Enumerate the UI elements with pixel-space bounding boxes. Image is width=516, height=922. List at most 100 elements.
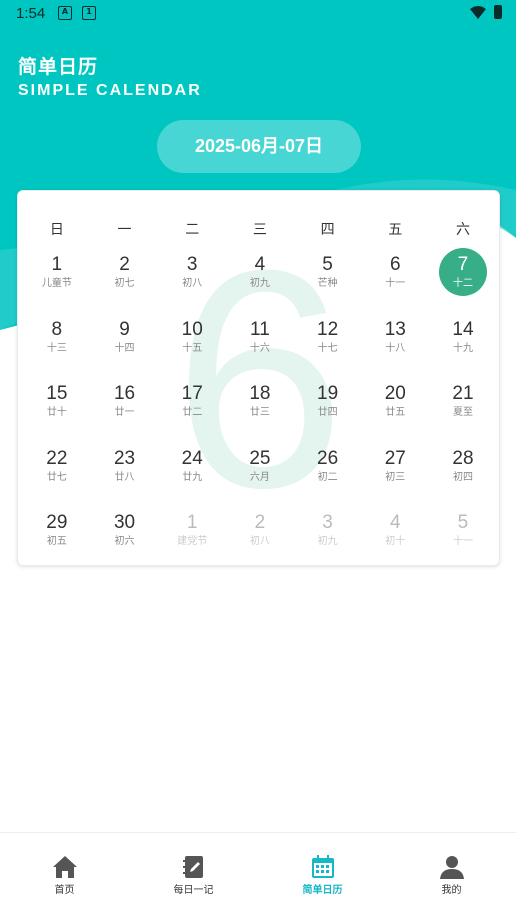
user-icon xyxy=(439,856,464,879)
day-cell[interactable]: 12 十七 xyxy=(294,311,362,376)
lunar-date: 廿五 xyxy=(385,407,406,419)
lunar-date: 廿七 xyxy=(46,471,67,483)
day-cell[interactable]: 21 夏至 xyxy=(429,375,497,440)
weekday-label: 三 xyxy=(252,222,267,238)
notification-icon: A xyxy=(58,6,72,20)
day-cell[interactable]: 4 初十 xyxy=(361,504,429,569)
day-cell[interactable]: 1 儿童节 xyxy=(23,246,91,311)
day-number: 2 xyxy=(254,512,266,534)
lunar-date: 初八 xyxy=(182,278,203,289)
weekday-header: 日 一 二 三 四 五 六 xyxy=(23,219,497,239)
day-cell[interactable]: 17 廿二 xyxy=(158,375,226,440)
day-number: 12 xyxy=(317,318,339,340)
day-number: 6 xyxy=(389,254,401,275)
lunar-date: 初四 xyxy=(452,471,473,483)
day-cell[interactable]: 6 十一 xyxy=(361,246,429,311)
nav-daily-note[interactable]: 每日一记 xyxy=(129,833,258,903)
day-cell[interactable]: 30 初六 xyxy=(91,504,159,569)
day-number: 4 xyxy=(389,512,401,534)
day-number: 5 xyxy=(457,512,469,534)
day-cell[interactable]: 5 十一 xyxy=(429,504,497,569)
lunar-date: 建党节 xyxy=(177,536,208,548)
lunar-date: 初三 xyxy=(385,471,406,483)
day-cell[interactable]: 4 初九 xyxy=(226,246,294,311)
day-cell[interactable]: 19 廿四 xyxy=(294,375,362,440)
day-number: 15 xyxy=(46,383,68,405)
home-icon xyxy=(52,856,77,878)
nav-profile[interactable]: 我的 xyxy=(387,833,516,903)
battery-icon xyxy=(494,5,502,19)
day-number: 26 xyxy=(317,447,339,469)
lunar-date: 十五 xyxy=(182,342,203,354)
day-cell[interactable]: 9 十四 xyxy=(91,311,159,376)
day-cell[interactable]: 25 六月 xyxy=(226,440,294,505)
day-cell[interactable]: 10 十五 xyxy=(158,311,226,376)
day-cell[interactable]: 11 十六 xyxy=(226,311,294,376)
lunar-date: 初十 xyxy=(385,536,406,548)
day-cell[interactable]: 14 十九 xyxy=(429,311,497,376)
nav-home[interactable]: 首页 xyxy=(0,833,129,903)
app-subtitle: SIMPLE CALENDAR xyxy=(18,82,202,99)
lunar-date: 初七 xyxy=(114,278,135,289)
lunar-date: 十三 xyxy=(46,342,67,354)
weekday-label: 五 xyxy=(388,222,403,238)
day-cell[interactable]: 18 廿三 xyxy=(226,375,294,440)
day-cell[interactable]: 3 初九 xyxy=(294,504,362,569)
lunar-date: 十二 xyxy=(452,278,473,289)
date-range-pill[interactable]: 2025-06月-07日 xyxy=(157,120,361,173)
day-number: 19 xyxy=(317,383,339,405)
day-cell[interactable]: 20 廿五 xyxy=(361,375,429,440)
day-number: 3 xyxy=(186,254,198,275)
day-number: 11 xyxy=(250,318,270,340)
day-number: 27 xyxy=(384,447,406,469)
status-bar: 1:54 A 1 xyxy=(0,0,516,28)
notebook-icon xyxy=(182,856,203,878)
day-number: 10 xyxy=(181,318,203,340)
lunar-date: 廿八 xyxy=(114,471,135,483)
lunar-date: 初九 xyxy=(317,536,338,548)
wifi-icon xyxy=(470,6,486,19)
day-cell[interactable]: 22 廿七 xyxy=(23,440,91,505)
day-number: 1 xyxy=(51,254,63,275)
lunar-date: 初五 xyxy=(46,536,67,548)
lunar-date: 初六 xyxy=(114,536,135,548)
weekday-label: 四 xyxy=(320,222,335,238)
day-cell[interactable]: 16 廿一 xyxy=(91,375,159,440)
day-cell[interactable]: 15 廿十 xyxy=(23,375,91,440)
lunar-date: 初二 xyxy=(317,471,338,483)
day-cell[interactable]: 23 廿八 xyxy=(91,440,159,505)
day-cell[interactable]: 26 初二 xyxy=(294,440,362,505)
day-cell[interactable]: 1 建党节 xyxy=(158,504,226,569)
nav-calendar[interactable]: 简单日历 xyxy=(258,833,387,903)
lunar-date: 六月 xyxy=(249,471,270,483)
day-cell[interactable]: 29 初五 xyxy=(23,504,91,569)
day-cell[interactable]: 3 初八 xyxy=(158,246,226,311)
calendar-icon xyxy=(311,855,334,878)
calendar-grid: 1 儿童节 2 初七 3 初八 4 初九 5 芒种 6 十一 7 十二 8 十三 9 十四 10 十五 11 十六 12 十七… xyxy=(23,246,497,569)
day-cell[interactable]: 2 初七 xyxy=(91,246,159,311)
lunar-date: 廿三 xyxy=(249,407,270,419)
lunar-date: 十一 xyxy=(452,536,473,548)
day-number: 7 xyxy=(457,254,469,275)
day-cell[interactable]: 5 芒种 xyxy=(294,246,362,311)
day-cell[interactable]: 2 初八 xyxy=(226,504,294,569)
lunar-date: 初九 xyxy=(249,278,270,289)
lunar-date: 廿九 xyxy=(182,471,203,483)
day-cell[interactable]: 28 初四 xyxy=(429,440,497,505)
day-cell[interactable]: 13 十八 xyxy=(361,311,429,376)
day-number: 20 xyxy=(384,383,406,405)
day-cell[interactable]: 27 初三 xyxy=(361,440,429,505)
nav-daily-note-label: 每日一记 xyxy=(173,885,214,896)
lunar-date: 廿四 xyxy=(317,407,338,419)
lunar-date: 十一 xyxy=(385,278,406,289)
day-number: 13 xyxy=(384,318,406,340)
weekday-label: 二 xyxy=(185,222,200,238)
calendar-notification-icon: 1 xyxy=(82,6,96,20)
lunar-date: 十六 xyxy=(249,342,270,354)
day-cell[interactable]: 8 十三 xyxy=(23,311,91,376)
day-cell[interactable]: 24 廿九 xyxy=(158,440,226,505)
weekday-label: 一 xyxy=(117,222,132,238)
day-cell-selected[interactable]: 7 十二 xyxy=(429,246,497,311)
day-number: 21 xyxy=(452,383,474,405)
nav-home-label: 首页 xyxy=(54,885,75,896)
